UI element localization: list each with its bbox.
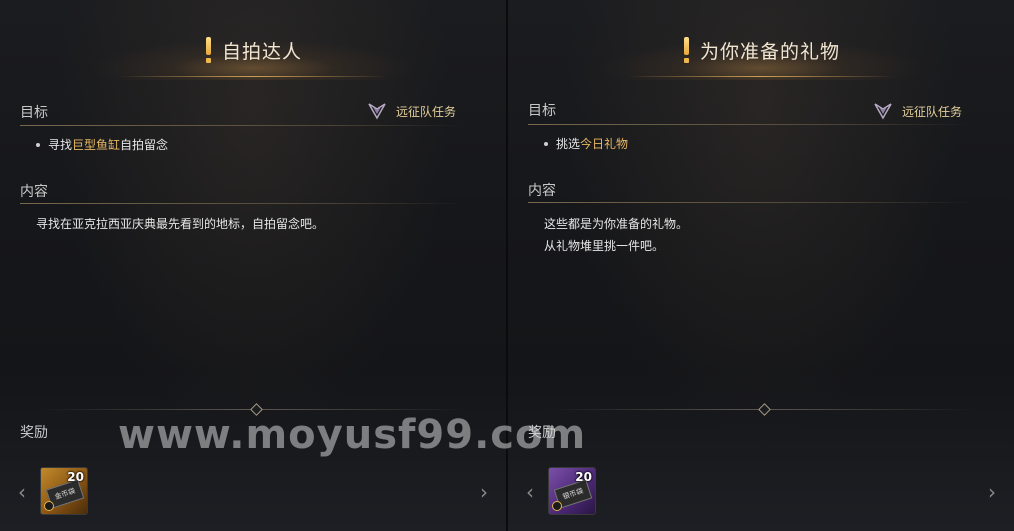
reward-item-count: 20 [575, 470, 592, 484]
expedition-crest-icon [874, 103, 892, 120]
divider-diamond [758, 403, 771, 416]
chevron-left-icon[interactable]: ‹ [526, 482, 540, 502]
objective-label: 目标 [20, 105, 48, 121]
content-divider [20, 203, 466, 204]
content-text: 寻找在亚克拉西亚庆典最先看到的地标，自拍留念吧。 [36, 217, 325, 231]
title-underline [120, 76, 386, 77]
expedition-crest-icon [368, 103, 386, 120]
objective-item: 挑选 今日礼物 [544, 135, 628, 152]
bullet [36, 142, 40, 147]
objective-item: 寻找 巨型鱼缸 自拍留念 [36, 136, 168, 153]
bullet [544, 141, 548, 146]
objective-label: 目标 [528, 103, 556, 119]
reward-item[interactable]: 金币袋 20 [40, 467, 88, 515]
objective-highlight: 今日礼物 [580, 137, 629, 151]
quest-title-bar: 为你准备的礼物 [508, 22, 1014, 78]
reward-label: 奖励 [20, 425, 48, 441]
clock-icon [44, 501, 54, 511]
objective-divider [20, 125, 466, 126]
chevron-left-icon[interactable]: ‹ [18, 482, 32, 502]
objective-prefix: 寻找 [48, 138, 73, 152]
task-type: 远征队任务 [874, 102, 962, 120]
chevron-right-icon[interactable]: › [480, 482, 494, 502]
title-underline [628, 76, 894, 77]
exclamation-icon [204, 37, 212, 63]
task-type-label: 远征队任务 [901, 104, 962, 119]
exclamation-icon [682, 37, 690, 63]
reward-item[interactable]: 银币袋 20 [548, 467, 596, 515]
content-label: 内容 [20, 184, 48, 200]
watermark: www.moyusf99.com [118, 412, 587, 458]
quest-title: 自拍达人 [221, 40, 302, 63]
content-divider [528, 202, 974, 203]
quest-title: 为你准备的礼物 [699, 40, 840, 63]
objective-highlight: 巨型鱼缸 [72, 138, 121, 152]
clock-icon [552, 501, 562, 511]
content-label: 内容 [528, 183, 556, 199]
content-text: 这些都是为你准备的礼物。 从礼物堆里挑一件吧。 [544, 217, 689, 253]
task-type: 远征队任务 [368, 102, 456, 120]
quest-title-bar: 自拍达人 [0, 22, 506, 78]
task-type-label: 远征队任务 [395, 104, 456, 119]
reward-item-count: 20 [67, 470, 84, 484]
objective-prefix: 挑选 [556, 137, 581, 151]
chevron-right-icon[interactable]: › [988, 482, 1002, 502]
objective-suffix: 自拍留念 [120, 138, 169, 152]
objective-divider [528, 124, 974, 125]
